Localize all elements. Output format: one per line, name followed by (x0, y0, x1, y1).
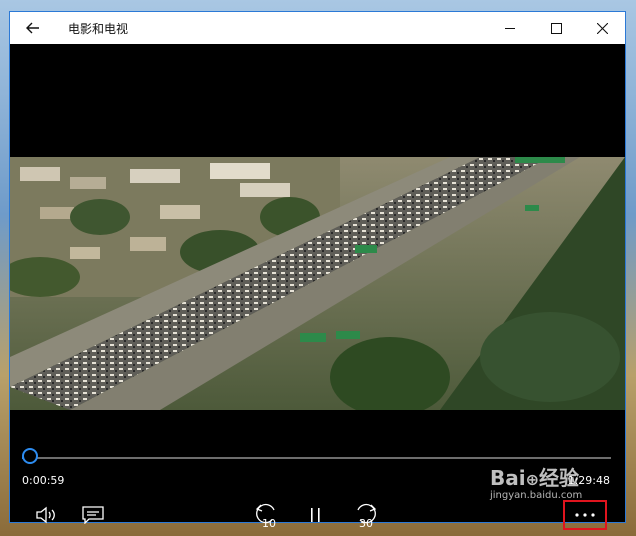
seek-bar[interactable] (22, 448, 611, 464)
video-frame[interactable] (10, 157, 625, 410)
skip-back-button[interactable]: 10 (250, 498, 284, 532)
current-time: 0:00:59 (22, 474, 65, 487)
maximize-button[interactable] (533, 12, 579, 44)
watermark-url: jingyan.baidu.com (490, 490, 583, 501)
volume-icon (36, 506, 55, 524)
close-icon (596, 22, 608, 34)
seek-bar-thumb[interactable] (22, 448, 38, 464)
highlight-box (563, 500, 607, 530)
title-bar: 电影和电视 (10, 12, 625, 44)
back-arrow-icon (26, 22, 39, 34)
minimize-button[interactable] (487, 12, 533, 44)
app-window: 电影和电视 0:00:59 1:29:48 10 30 (10, 12, 625, 530)
skip-back-label: 10 (262, 517, 276, 529)
minimize-icon (504, 27, 515, 29)
pause-button[interactable] (299, 498, 333, 532)
skip-forward-label: 30 (359, 517, 373, 529)
app-title: 电影和电视 (68, 21, 129, 36)
skip-back-10-icon: 10 (255, 503, 276, 529)
window-controls (487, 12, 625, 44)
maximize-icon (550, 22, 562, 34)
captions-button[interactable] (76, 498, 110, 532)
close-button[interactable] (579, 12, 625, 44)
volume-button[interactable] (29, 498, 63, 532)
video-content-image (10, 157, 625, 410)
skip-forward-button[interactable]: 30 (348, 498, 382, 532)
video-area[interactable]: 0:00:59 1:29:48 10 30 (10, 44, 625, 530)
back-button[interactable] (10, 12, 56, 44)
captions-icon (82, 506, 104, 524)
watermark-logo: Bai⊕经验 (490, 466, 580, 490)
pause-icon (311, 508, 320, 522)
skip-forward-30-icon: 30 (357, 503, 377, 529)
